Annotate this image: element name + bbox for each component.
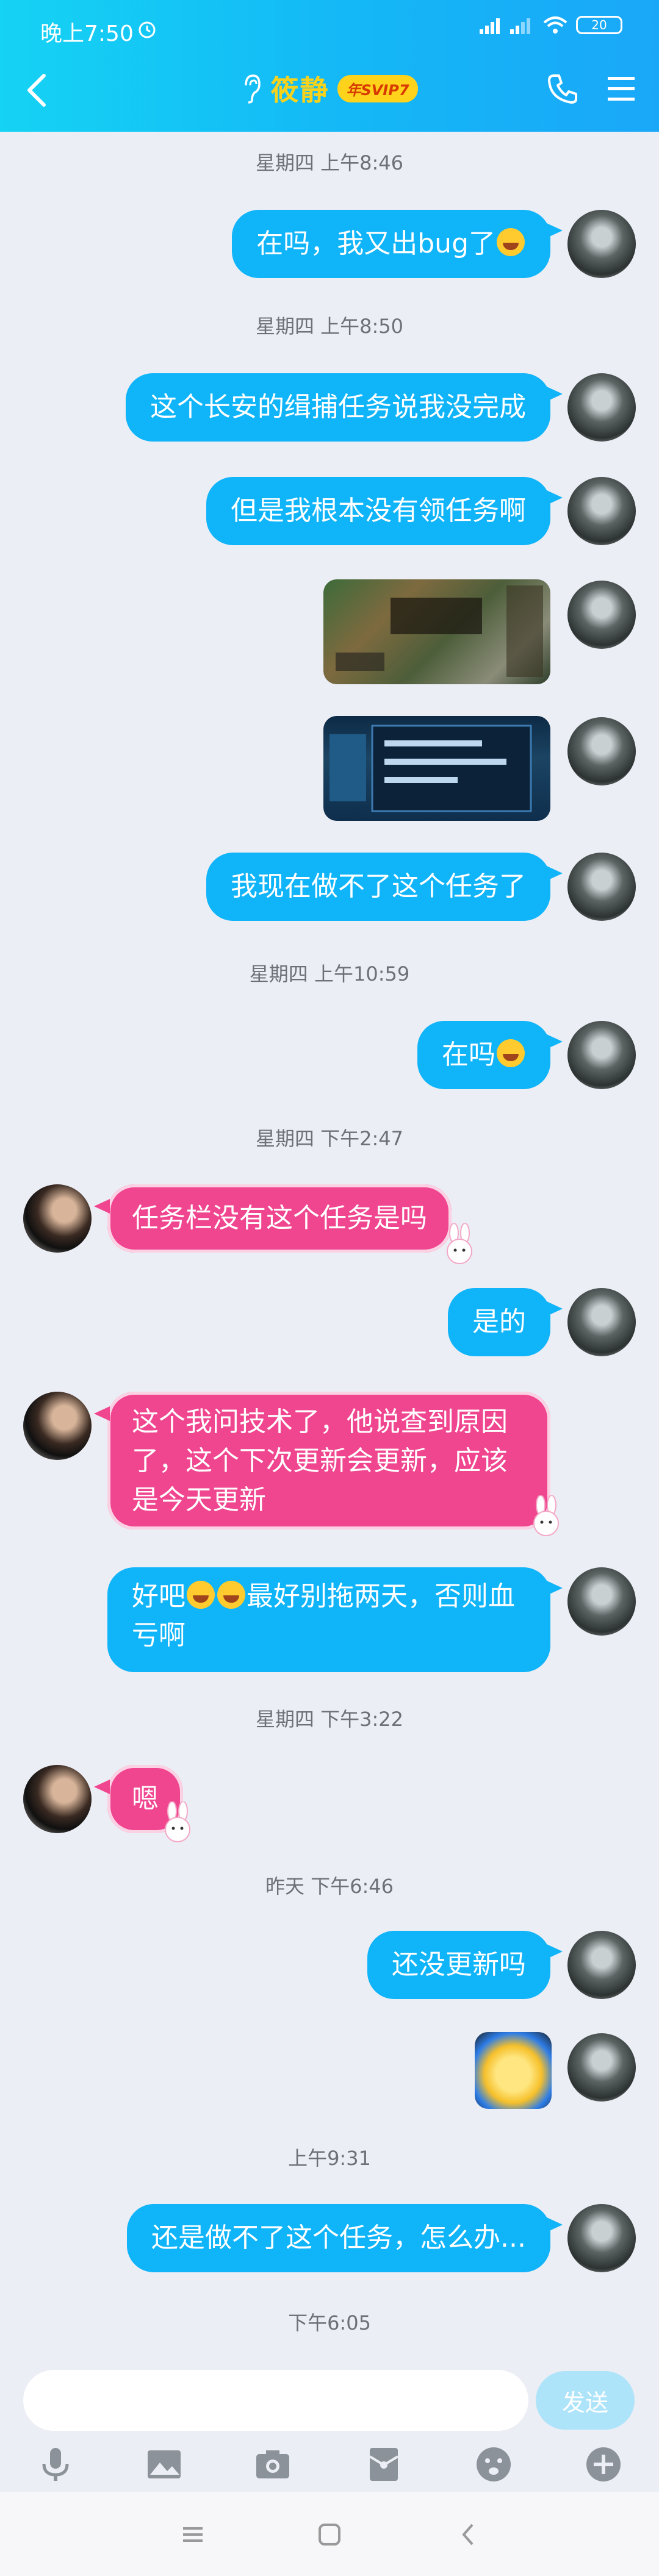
timestamp: 星期四 上午8:50 <box>255 315 404 338</box>
ear-icon <box>245 74 261 104</box>
send-button[interactable]: 发送 <box>536 2371 635 2430</box>
bunny-bubble-decoration-icon <box>447 1223 472 1264</box>
message-text: 还没更新吗 <box>392 1949 526 1980</box>
message-bubble[interactable]: 任务栏没有这个任务是吗 <box>94 1184 452 1253</box>
microphone-icon[interactable] <box>35 2444 76 2485</box>
my-avatar[interactable] <box>567 1021 636 1089</box>
recent-apps-icon[interactable] <box>177 2519 209 2550</box>
message-text: 任务栏没有这个任务是吗 <box>132 1203 427 1234</box>
message-text: 我现在做不了这个任务了 <box>231 871 526 902</box>
emoji-icon[interactable] <box>474 2444 514 2485</box>
bunny-bubble-decoration-icon <box>165 1801 190 1842</box>
my-avatar[interactable] <box>567 717 636 785</box>
signal-icon <box>480 18 530 34</box>
back-nav-icon[interactable] <box>453 2519 484 2550</box>
message-bubble[interactable]: 我现在做不了这个任务了 <box>206 853 563 921</box>
phone-icon[interactable] <box>546 72 580 106</box>
contact-name: 筱静 <box>270 74 330 107</box>
message-text: 是的 <box>472 1306 526 1337</box>
home-icon[interactable] <box>314 2519 345 2550</box>
my-avatar[interactable] <box>567 581 636 649</box>
message-bubble[interactable]: 这个我问技术了，他说查到原因了，这个下次更新会更新，应该是今天更新 <box>94 1392 550 1530</box>
input-bar: 发送 <box>0 2364 659 2492</box>
message-text: 还是做不了这个任务，怎么办... <box>151 2222 526 2253</box>
chat-area[interactable]: 星期四 上午8:46 在吗，我又出bug了 星期四 上午8:50 这个长安的缉捕… <box>0 132 659 2364</box>
wifi-icon <box>543 16 567 34</box>
timestamp: 星期四 上午8:46 <box>255 151 404 174</box>
menu-icon[interactable] <box>604 73 638 105</box>
laugh-cry-emoji-icon <box>187 1581 215 1609</box>
contact-avatar[interactable] <box>23 1184 92 1253</box>
laugh-cry-emoji-icon <box>497 1039 525 1067</box>
message-text: 好吧 <box>132 1581 185 1612</box>
my-avatar[interactable] <box>567 1567 636 1636</box>
plus-icon[interactable] <box>583 2444 624 2485</box>
message-text: 在吗，我又出bug了 <box>256 228 495 259</box>
message-bubble[interactable]: 好吧 最好别拖两天，否则血亏啊 <box>107 1567 563 1672</box>
contact-avatar[interactable] <box>23 1765 92 1833</box>
svip-badge: 年SVIP7 <box>337 74 418 102</box>
message-input[interactable] <box>23 2370 528 2431</box>
contact-avatar[interactable] <box>23 1392 92 1460</box>
image-message-game-screenshot[interactable] <box>323 579 550 684</box>
message-bubble[interactable]: 这个长安的缉捕任务说我没完成 <box>126 373 563 442</box>
my-avatar[interactable] <box>567 1288 636 1356</box>
message-bubble[interactable]: 在吗 <box>417 1021 563 1089</box>
message-bubble[interactable]: 还没更新吗 <box>367 1931 563 1999</box>
my-avatar[interactable] <box>567 2204 636 2272</box>
timestamp: 上午9:31 <box>288 2147 371 2170</box>
alarm-icon <box>139 21 156 38</box>
message-text: 嗯 <box>132 1783 159 1814</box>
my-avatar[interactable] <box>567 373 636 442</box>
message-text: 这个我问技术了，他说查到原因了，这个下次更新会更新，应该是今天更新 <box>132 1406 508 1515</box>
bunny-bubble-decoration-icon <box>533 1495 559 1536</box>
image-message-game-screenshot[interactable] <box>323 716 550 821</box>
timestamp: 星期四 上午10:59 <box>249 962 410 986</box>
game-screenshot-image <box>330 724 532 812</box>
my-avatar[interactable] <box>567 1931 636 1999</box>
my-avatar[interactable] <box>567 2033 636 2102</box>
status-indicators: 20 <box>480 15 622 35</box>
my-avatar[interactable] <box>567 210 636 278</box>
battery-indicator: 20 <box>576 16 622 34</box>
timestamp: 星期四 下午3:22 <box>255 1708 404 1731</box>
camera-icon[interactable] <box>253 2444 293 2485</box>
red-packet-icon[interactable] <box>364 2444 404 2485</box>
timestamp: 下午6:05 <box>288 2311 371 2334</box>
my-avatar[interactable] <box>567 477 636 545</box>
laugh-cry-emoji-icon <box>497 228 525 256</box>
chat-header: 晚上7:50 20 筱静 年SVIP7 <box>0 0 659 132</box>
timestamp: 星期四 下午2:47 <box>255 1127 404 1150</box>
message-bubble[interactable]: 还是做不了这个任务，怎么办... <box>127 2204 563 2272</box>
message-text: 在吗 <box>442 1039 495 1070</box>
message-text: 但是我根本没有领任务啊 <box>231 495 526 526</box>
status-time: 晚上7:50 <box>40 21 134 46</box>
message-text: 这个长安的缉捕任务说我没完成 <box>150 392 526 423</box>
game-screenshot-image <box>336 585 543 677</box>
my-avatar[interactable] <box>567 853 636 921</box>
system-navigation-bar <box>0 2492 659 2576</box>
laugh-cry-emoji-icon <box>217 1581 245 1609</box>
message-bubble[interactable]: 但是我根本没有领任务啊 <box>206 477 563 545</box>
message-bubble[interactable]: 在吗，我又出bug了 <box>232 210 563 278</box>
timestamp: 昨天 下午6:46 <box>265 1875 394 1898</box>
sticker-message[interactable] <box>475 2032 552 2109</box>
message-bubble[interactable]: 是的 <box>448 1288 563 1356</box>
image-icon[interactable] <box>144 2444 184 2485</box>
